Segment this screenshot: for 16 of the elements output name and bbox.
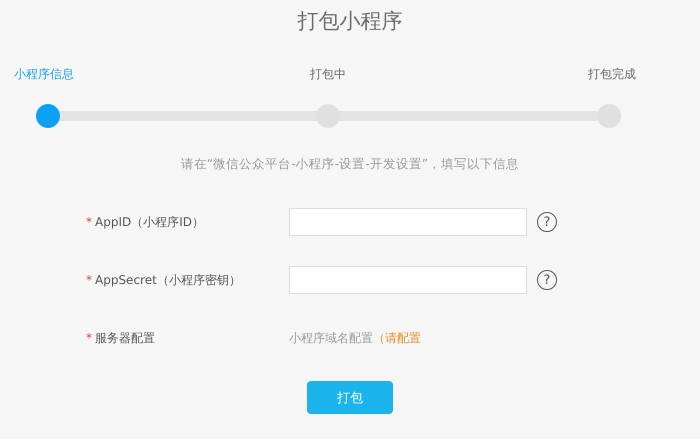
page-title: 打包小程序	[298, 8, 402, 35]
help-icon[interactable]: ?	[537, 212, 557, 232]
field-value: 小程序域名配置	[289, 330, 373, 346]
step-label: 打包中	[310, 66, 346, 83]
field-label: AppSecret（小程序密钥）	[95, 272, 242, 288]
field-label: 服务器配置	[95, 330, 156, 346]
step-label: 打包完成	[588, 66, 636, 83]
field-label: AppID（小程序ID）	[95, 214, 206, 230]
help-icon[interactable]: ?	[537, 270, 557, 290]
required-mark: *	[86, 331, 92, 345]
input-field[interactable]	[289, 266, 527, 294]
step-label: 小程序信息	[14, 66, 74, 83]
input-field[interactable]	[289, 208, 527, 236]
required-mark: *	[86, 273, 92, 287]
required-mark: *	[86, 215, 92, 229]
instruction-text: 请在“微信公众平台-小程序-设置-开发设置”，填写以下信息	[180, 156, 520, 173]
